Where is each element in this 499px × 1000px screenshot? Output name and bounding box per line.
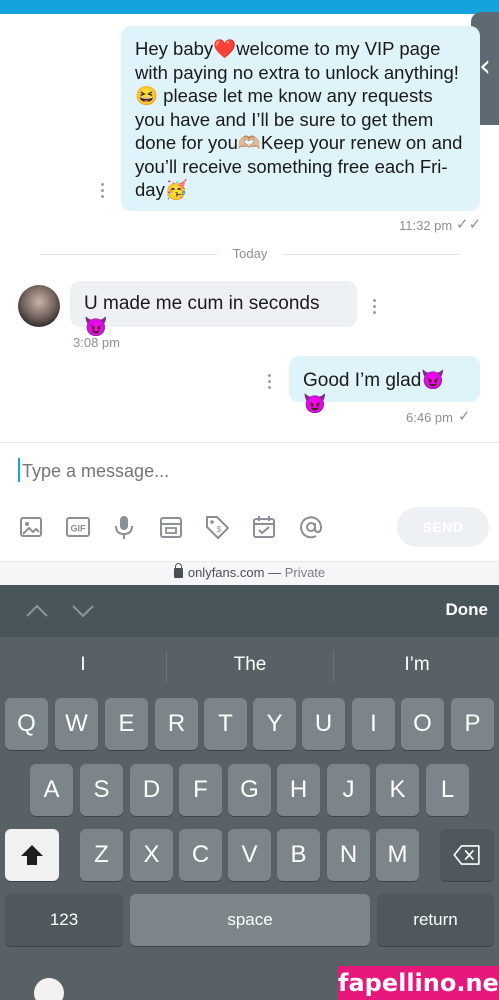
message-line: 😆 please let me know any requests: [135, 85, 433, 106]
message-line: you’ll receive something free each Fri-: [135, 155, 448, 177]
divider: [40, 254, 217, 255]
outgoing-message: Good I’m glad😈😈: [289, 356, 480, 415]
check-icon: ✓: [458, 407, 471, 425]
key-k[interactable]: K: [376, 764, 419, 816]
message-options-button[interactable]: [373, 299, 377, 317]
suggestion[interactable]: I’m: [334, 654, 499, 680]
message-line: done for you🫶🏼Keep your renew on and: [135, 132, 463, 153]
browser-url-bar[interactable]: onlyfans.com — Private: [0, 561, 499, 585]
shift-key[interactable]: [5, 829, 59, 881]
message-line: with paying no extra to unlock anything!: [135, 61, 459, 83]
key-h[interactable]: H: [277, 764, 320, 816]
calendar-icon[interactable]: [251, 514, 277, 540]
key-f[interactable]: F: [179, 764, 222, 816]
send-button[interactable]: SEND: [397, 507, 489, 547]
key-z[interactable]: Z: [80, 829, 123, 881]
key-q[interactable]: Q: [5, 698, 48, 750]
key-e[interactable]: E: [105, 698, 148, 750]
chevron-up-icon[interactable]: [24, 598, 50, 624]
day-separator: Today: [232, 246, 268, 261]
key-i[interactable]: I: [352, 698, 395, 750]
key-p[interactable]: P: [451, 698, 494, 750]
message-line: day🥳: [135, 179, 188, 200]
done-button[interactable]: Done: [420, 600, 489, 624]
emoji-icon[interactable]: [34, 978, 64, 1000]
watermark: fapellino.net: [338, 966, 499, 1000]
vault-icon[interactable]: [158, 514, 184, 540]
space-key[interactable]: space: [130, 894, 370, 946]
message-options-button[interactable]: [268, 374, 272, 392]
divider: [283, 254, 460, 255]
url-domain: onlyfans.com: [187, 565, 265, 580]
url-separator: —: [268, 565, 282, 580]
suggestion[interactable]: The: [167, 654, 333, 680]
lock-icon: [173, 563, 183, 578]
key-r[interactable]: R: [155, 698, 198, 750]
avatar[interactable]: [18, 285, 60, 327]
key-m[interactable]: M: [376, 829, 419, 881]
message-time: 11:32 pm: [399, 218, 453, 233]
chevron-left-icon: ‹: [479, 49, 491, 84]
key-g[interactable]: G: [228, 764, 271, 816]
key-y[interactable]: Y: [253, 698, 296, 750]
gif-icon[interactable]: GIF: [65, 514, 91, 540]
suggestion[interactable]: I: [0, 654, 166, 680]
message-input[interactable]: [22, 458, 422, 484]
key-j[interactable]: J: [327, 764, 370, 816]
key-b[interactable]: B: [277, 829, 320, 881]
message-time: 3:08 pm: [73, 335, 120, 350]
key-o[interactable]: O: [401, 698, 444, 750]
key-n[interactable]: N: [327, 829, 370, 881]
double-check-icon: ✓✓: [456, 215, 482, 233]
image-icon[interactable]: [18, 514, 44, 540]
message-line: Hey baby❤️welcome to my VIP page: [135, 38, 441, 59]
key-w[interactable]: W: [55, 698, 98, 750]
key-u[interactable]: U: [302, 698, 345, 750]
message-time: 6:46 pm: [406, 410, 453, 425]
delete-key[interactable]: [440, 829, 494, 881]
microphone-icon[interactable]: [111, 514, 137, 540]
top-accent-bar: [0, 0, 499, 14]
return-key[interactable]: return: [377, 894, 494, 946]
key-s[interactable]: S: [80, 764, 123, 816]
price-tag-icon[interactable]: $: [204, 514, 230, 540]
text-cursor: [18, 458, 20, 482]
backspace-icon: [453, 845, 480, 865]
key-x[interactable]: X: [130, 829, 173, 881]
key-t[interactable]: T: [204, 698, 247, 750]
message-line: you have and I’ll be sure to get them: [135, 108, 434, 130]
incoming-message: U made me cum in seconds 😈: [70, 281, 357, 338]
key-c[interactable]: C: [179, 829, 222, 881]
outgoing-message: Hey baby❤️welcome to my VIP page with pa…: [121, 26, 480, 211]
svg-text:$: $: [217, 525, 222, 534]
key-a[interactable]: A: [30, 764, 73, 816]
message-options-button[interactable]: [101, 183, 105, 201]
svg-text:GIF: GIF: [71, 524, 87, 534]
key-v[interactable]: V: [228, 829, 271, 881]
chevron-down-icon[interactable]: [70, 598, 96, 624]
numbers-key[interactable]: 123: [5, 894, 123, 946]
mention-icon[interactable]: [298, 514, 324, 540]
composer-divider: [0, 442, 499, 443]
privacy-label: Private: [284, 565, 326, 580]
shift-arrow-icon: [21, 845, 43, 865]
key-d[interactable]: D: [130, 764, 173, 816]
key-l[interactable]: L: [426, 764, 469, 816]
